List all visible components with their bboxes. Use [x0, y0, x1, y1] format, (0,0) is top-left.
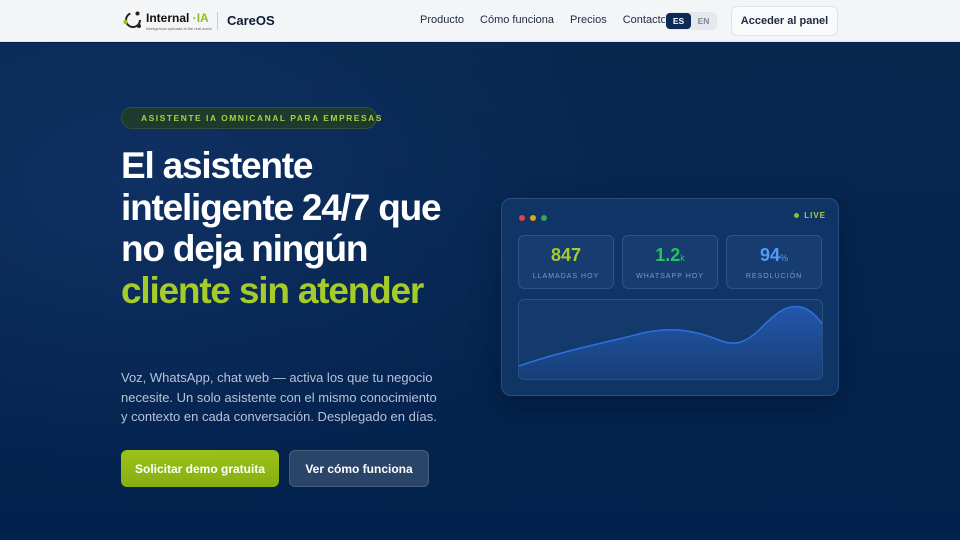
- top-nav: Internal ·IA Inteligencia aplicada al th…: [0, 0, 960, 42]
- window-dot-red-icon: [519, 215, 525, 221]
- activity-chart: [518, 299, 823, 380]
- stats-row: 847 LLAMADAS HOY 1.2k WHATSAPP HOY 94% R…: [518, 235, 822, 289]
- chart-area: [519, 306, 822, 379]
- hero-badge: ASISTENTE IA OMNICANAL PARA EMPRESAS: [121, 107, 381, 129]
- window-dot-green-icon: [541, 215, 547, 221]
- internal-ia-logo[interactable]: Internal ·IA Inteligencia aplicada al th…: [122, 8, 214, 34]
- badge-text: ASISTENTE IA OMNICANAL PARA EMPRESAS: [141, 113, 383, 123]
- logo-mark-icon: [123, 11, 141, 28]
- stat-label: LLAMADAS HOY: [532, 273, 600, 280]
- stat-value: 1.2k: [655, 245, 685, 265]
- stat-value: 847: [550, 245, 582, 265]
- nav-link-producto[interactable]: Producto: [420, 14, 464, 26]
- how-it-works-button[interactable]: Ver cómo funciona: [289, 450, 429, 487]
- request-demo-button[interactable]: Solicitar demo gratuita: [121, 450, 279, 487]
- nav-links: Producto Cómo funciona Precios Contacto: [420, 14, 667, 26]
- live-dot-icon: [794, 213, 800, 218]
- headline-plain: El asistente inteligente 24/7 que no dej…: [121, 145, 442, 269]
- stat-label: RESOLUCIÓN: [745, 273, 803, 280]
- nav-link-contacto[interactable]: Contacto: [623, 14, 667, 26]
- stat-label: WHATSAPP HOY: [636, 273, 704, 280]
- headline-highlight: cliente sin atender: [121, 269, 424, 311]
- hero-headline: El asistente inteligente 24/7 que no dej…: [121, 145, 481, 311]
- window-dot-yellow-icon: [530, 215, 536, 221]
- stat-whatsapp-today: 1.2k WHATSAPP HOY: [622, 235, 718, 289]
- nav-link-como-funciona[interactable]: Cómo funciona: [480, 14, 554, 26]
- nav-link-precios[interactable]: Precios: [570, 14, 607, 26]
- access-panel-button[interactable]: Acceder al panel: [731, 6, 838, 36]
- product-brand: CareOS: [227, 13, 275, 28]
- logo-wordmark: Internal ·IA: [146, 11, 209, 25]
- activity-chart-svg: [519, 305, 822, 379]
- dashboard-preview-card: LIVE 847 LLAMADAS HOY 1.2k WHATSAPP HOY …: [501, 198, 839, 396]
- stat-calls-today: 847 LLAMADAS HOY: [518, 235, 614, 289]
- lang-option-es[interactable]: ES: [666, 13, 691, 29]
- nav-divider: [217, 12, 218, 30]
- window-controls: [519, 215, 547, 221]
- stat-value: 94%: [759, 245, 789, 265]
- lang-option-en[interactable]: EN: [691, 13, 716, 29]
- live-indicator: LIVE: [794, 211, 826, 220]
- stat-resolution: 94% RESOLUCIÓN: [726, 235, 822, 289]
- live-label: LIVE: [804, 211, 826, 220]
- hero-lead: Voz, WhatsApp, chat web — activa los que…: [121, 370, 437, 424]
- logo-tagline: Inteligencia aplicada al the real world: [146, 26, 212, 31]
- language-switcher: ES EN: [665, 12, 717, 30]
